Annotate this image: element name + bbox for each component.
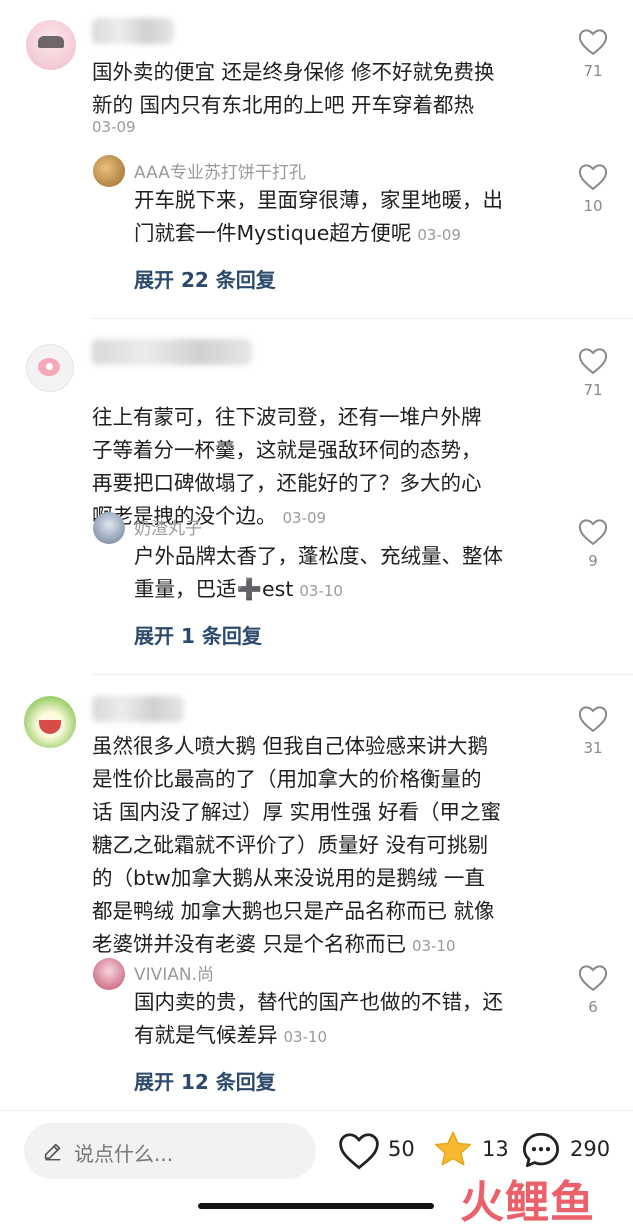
heart-icon	[578, 164, 608, 191]
watermark-logo: 火鲤鱼	[460, 1177, 595, 1228]
divider	[92, 318, 633, 319]
avatar[interactable]	[24, 696, 76, 748]
reply-text: 国内卖的贵，替代的国产也做的不错，还 有就是气候差异 03-10	[134, 990, 503, 1047]
reply-date: 03-09	[417, 226, 461, 244]
commenter-name-blurred	[92, 339, 252, 365]
like-count: 10	[583, 197, 603, 215]
heart-icon	[578, 29, 608, 56]
reply-author-name[interactable]: AAA专业苏打饼干打孔	[134, 158, 306, 183]
commenter-name-blurred	[92, 18, 174, 44]
pencil-icon	[44, 1143, 61, 1161]
comment-date: 03-10	[412, 937, 456, 955]
reply-text: 户外品牌太香了，蓬松度、充绒量、整体 重量，巴适➕est 03-10	[134, 544, 503, 601]
heart-icon	[578, 519, 608, 546]
avatar[interactable]	[26, 20, 76, 70]
reply-avatar[interactable]	[93, 155, 125, 187]
comment-text: 虽然很多人喷大鹅 但我自己体验感来讲大鹅 是性价比最高的了（用加拿大的价格衡量的…	[92, 734, 502, 956]
like-count: 6	[588, 998, 598, 1016]
like-count: 71	[583, 381, 603, 399]
expand-replies-button[interactable]: 展开 12 条回复	[134, 1066, 276, 1095]
comment-input[interactable]: 说点什么...	[24, 1123, 316, 1179]
favorite-count: 13	[482, 1137, 509, 1161]
comment-input-placeholder: 说点什么...	[74, 1142, 174, 1166]
heart-icon	[578, 348, 608, 375]
heart-icon	[339, 1133, 379, 1170]
like-button[interactable]: 31	[573, 705, 613, 757]
like-count: 9	[588, 552, 598, 570]
reply-author-name[interactable]: VIVIAN.尚	[134, 960, 214, 985]
star-icon	[434, 1131, 472, 1166]
avatar[interactable]	[26, 344, 74, 392]
reply-author-name[interactable]: 奶渣丸子	[134, 514, 202, 539]
like-count: 31	[583, 739, 603, 757]
heart-icon	[578, 965, 608, 992]
comment-date: 03-09	[92, 118, 136, 136]
heart-icon	[578, 706, 608, 733]
like-button[interactable]: 71	[573, 28, 613, 80]
commenter-name-blurred	[92, 696, 184, 722]
reply-avatar[interactable]	[93, 958, 125, 990]
like-post-button[interactable]: 50	[338, 1129, 418, 1173]
reply-date: 03-10	[299, 582, 343, 600]
reply-text: 开车脱下来，里面穿很薄，家里地暖，出 门就套一件Mystique超方便呢 03-0…	[134, 188, 503, 245]
reply-like-button[interactable]: 6	[573, 964, 613, 1016]
comment-text: 国外卖的便宜 还是终身保修 修不好就免费换 新的 国内只有东北用的上吧 开车穿着…	[92, 60, 495, 117]
comment-date: 03-09	[282, 509, 327, 527]
reply-like-button[interactable]: 9	[573, 518, 613, 570]
home-indicator[interactable]	[198, 1203, 434, 1209]
divider	[92, 674, 633, 675]
post-like-count: 50	[388, 1137, 415, 1161]
reply-date: 03-10	[283, 1028, 328, 1046]
like-count: 71	[583, 62, 603, 80]
expand-replies-button[interactable]: 展开 1 条回复	[134, 620, 262, 649]
like-button[interactable]: 71	[573, 347, 613, 399]
comment-bubble-icon	[522, 1132, 560, 1168]
reply-avatar[interactable]	[93, 512, 125, 544]
expand-replies-button[interactable]: 展开 22 条回复	[134, 264, 276, 293]
comment-count: 290	[570, 1137, 611, 1161]
reply-like-button[interactable]: 10	[573, 163, 613, 215]
